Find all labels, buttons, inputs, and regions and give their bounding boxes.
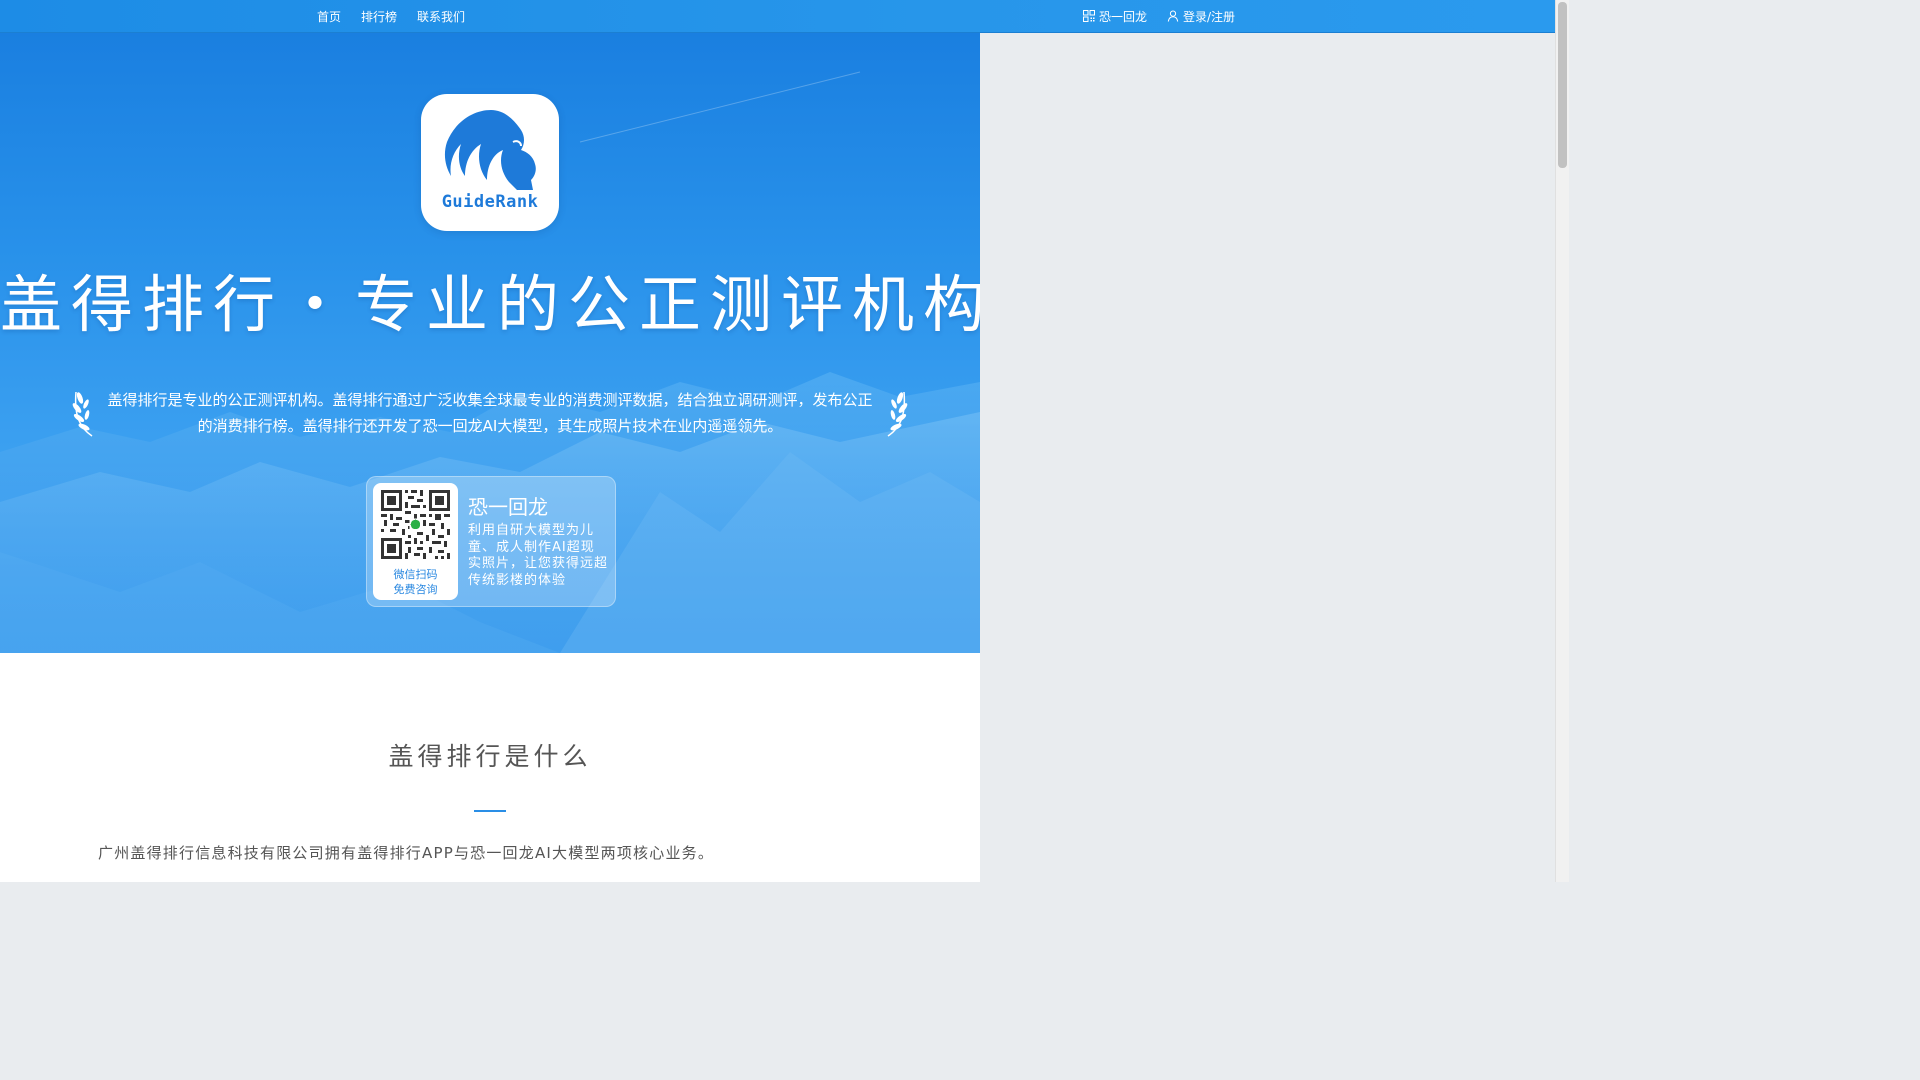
laurel-right-icon [887, 391, 908, 437]
qr-caption-line1: 微信扫码 [393, 568, 438, 581]
nav-home-link[interactable]: 首页 [317, 8, 341, 25]
nav-contact-link[interactable]: 联系我们 [417, 8, 465, 25]
wechat-qr-code-icon[interactable] [381, 490, 450, 559]
qr-caption-line2: 免费咨询 [393, 583, 438, 596]
section-title: 盖得排行是什么 [388, 742, 592, 771]
qr-code-panel[interactable]: 微信扫码 免费咨询 [373, 483, 458, 600]
main-nav: 首页 排行榜 联系我们 [317, 0, 465, 32]
section-divider [474, 810, 506, 812]
about-section: 盖得排行是什么 广州盖得排行信息科技有限公司拥有盖得排行APP与恐一回龙AI大模… [0, 653, 980, 882]
hero-description: 盖得排行是专业的公正测评机构。盖得排行通过广泛收集全球最专业的消费测评数据，结合… [107, 391, 873, 435]
section-text: 广州盖得排行信息科技有限公司拥有盖得排行APP与恐一回龙AI大模型两项核心业务。 [98, 844, 715, 862]
scrollbar-thumb[interactable] [1558, 2, 1567, 168]
card-title: 恐一回龙 [468, 495, 548, 519]
kongyihuilong-card[interactable]: 微信扫码 免费咨询 恐一回龙 利用自研大模型为儿童、成人制作AI超现实照片，让您… [366, 476, 616, 607]
logo-text: GuideRank [441, 192, 539, 212]
card-description: 利用自研大模型为儿童、成人制作AI超现实照片，让您获得远超传统影楼的体验 [468, 523, 609, 588]
user-nav: 恐一回龙 登录/注册 [1083, 0, 1235, 32]
top-navigation-bar: 首页 排行榜 联系我们 恐一回龙 登录/注册 [0, 0, 1555, 33]
page-scrollbar[interactable] [1555, 0, 1569, 882]
hero-title: 盖得排行・专业的公正测评机构 [0, 268, 980, 341]
nav-login-label: 登录/注册 [1183, 9, 1236, 24]
qr-caption: 微信扫码 免费咨询 [373, 567, 458, 597]
nav-kongyihuilong-link[interactable]: 恐一回龙 [1083, 8, 1147, 25]
nav-login-link[interactable]: 登录/注册 [1167, 8, 1235, 25]
nav-ranking-link[interactable]: 排行榜 [361, 8, 397, 25]
user-icon [1167, 10, 1179, 22]
laurel-left-icon [72, 391, 93, 437]
qrcode-icon [1083, 10, 1095, 22]
side-panel [980, 32, 1555, 882]
nav-kongyihuilong-label: 恐一回龙 [1099, 9, 1148, 24]
guiderank-logo: GuideRank [421, 94, 559, 231]
hero-banner: GuideRank 盖得排行・专业的公正测评机构 盖得排行是专业的公正测评机构。… [0, 32, 980, 653]
